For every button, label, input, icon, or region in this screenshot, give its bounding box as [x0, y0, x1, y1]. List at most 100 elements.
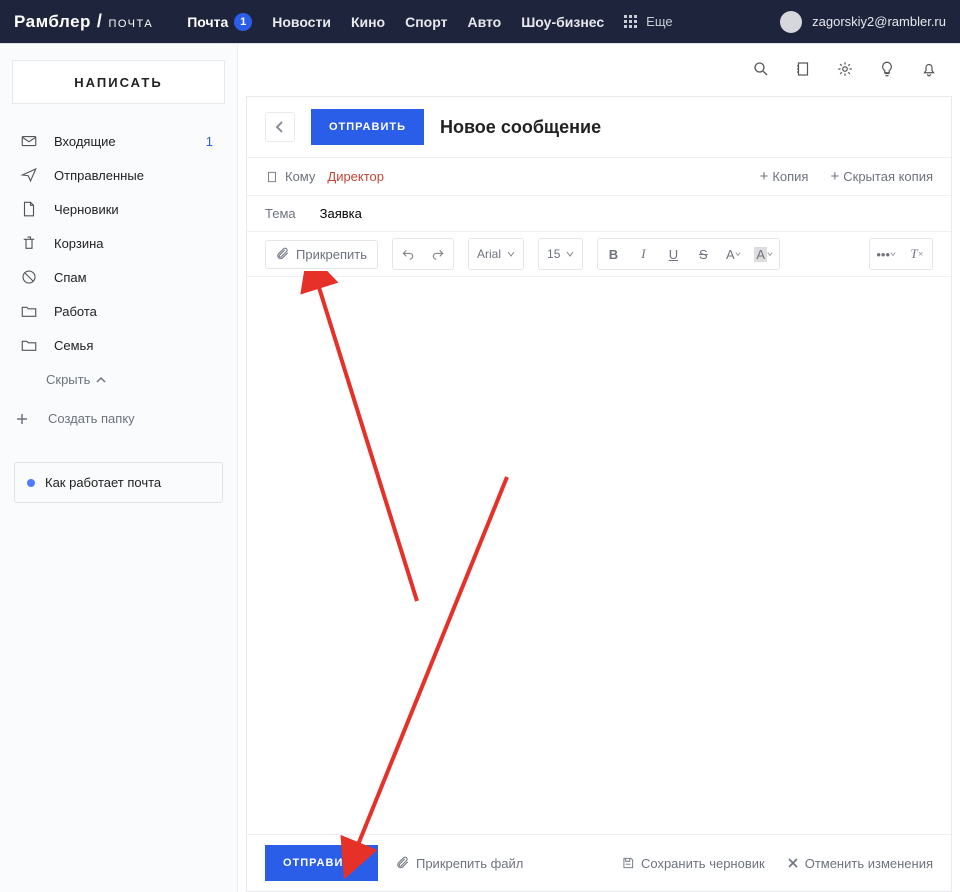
cc-link[interactable]: +Копия	[760, 168, 809, 185]
logo-slash: /	[93, 11, 107, 32]
nav-mail-label: Почта	[187, 14, 228, 30]
collapse-folders[interactable]: Скрыть	[0, 362, 237, 397]
top-nav: Почта 1 Новости Кино Спорт Авто Шоу-бизн…	[187, 13, 604, 31]
folder-list: Входящие 1 Отправленные Черновики Корзин…	[0, 124, 237, 362]
grid-icon	[624, 15, 638, 29]
paperclip-icon	[276, 247, 290, 261]
composer-head: ОТПРАВИТЬ Новое сообщение	[247, 97, 951, 158]
contacts-icon[interactable]	[794, 60, 812, 81]
folder-drafts[interactable]: Черновики	[4, 192, 233, 226]
nav-kino[interactable]: Кино	[351, 14, 385, 30]
nav-mail[interactable]: Почта 1	[187, 13, 252, 31]
compose-button[interactable]: НАПИСАТЬ	[12, 60, 225, 104]
top-right: zagorskiy2@rambler.ru	[780, 11, 946, 33]
cancel-link[interactable]: Отменить изменения	[787, 856, 933, 871]
book-icon	[265, 170, 279, 184]
nav-show[interactable]: Шоу-бизнес	[521, 14, 604, 30]
nav-more-label: Еще	[646, 14, 672, 29]
util-row	[238, 44, 960, 96]
paperclip-icon	[396, 856, 410, 870]
undo-icon	[401, 247, 415, 261]
gear-icon[interactable]	[836, 60, 854, 81]
subject-label: Тема	[265, 206, 296, 221]
logo[interactable]: Рамблер / ПОЧТА	[14, 11, 153, 32]
chevron-down-icon	[566, 250, 574, 258]
nav-more[interactable]: Еще	[624, 14, 672, 29]
to-label: Кому	[265, 169, 315, 184]
avatar[interactable]	[780, 11, 802, 33]
folder-label: Семья	[54, 338, 93, 353]
font-family-select[interactable]: Arial	[469, 239, 523, 269]
search-icon[interactable]	[752, 60, 770, 81]
folder-sent[interactable]: Отправленные	[4, 158, 233, 192]
to-value[interactable]: Директор	[327, 169, 384, 184]
composer-footer: ОТПРАВИТЬ Прикрепить файл Сохранить черн…	[247, 834, 951, 891]
folder-family[interactable]: Семья	[4, 328, 233, 362]
plus-icon	[16, 413, 28, 425]
undo-button[interactable]	[393, 239, 423, 269]
bcc-link[interactable]: +Скрытая копия	[830, 168, 933, 185]
folder-label: Входящие	[54, 134, 116, 149]
logo-sub: ПОЧТА	[108, 18, 153, 30]
attach-button[interactable]: Прикрепить	[265, 240, 378, 269]
clear-format-button[interactable]: T×	[902, 239, 932, 269]
file-icon	[20, 200, 38, 218]
create-folder[interactable]: Создать папку	[0, 397, 237, 440]
bell-icon[interactable]	[920, 60, 938, 81]
send-button-bottom[interactable]: ОТПРАВИТЬ	[265, 845, 378, 881]
folder-work[interactable]: Работа	[4, 294, 233, 328]
envelope-icon	[20, 132, 38, 150]
folder-trash[interactable]: Корзина	[4, 226, 233, 260]
annotation-arrow-2	[317, 467, 517, 887]
strike-button[interactable]: S	[688, 239, 718, 269]
close-icon	[787, 857, 799, 869]
chevron-down-icon	[767, 251, 773, 257]
annotation-arrow-1	[267, 271, 427, 611]
attach-file-link[interactable]: Прикрепить файл	[396, 856, 523, 871]
attach-label: Прикрепить	[296, 247, 367, 262]
folder-label: Работа	[54, 304, 97, 319]
redo-button[interactable]	[423, 239, 453, 269]
create-folder-label: Создать папку	[48, 411, 135, 426]
nav-sport[interactable]: Спорт	[405, 14, 447, 30]
nav-mail-badge: 1	[234, 13, 252, 31]
composer: ОТПРАВИТЬ Новое сообщение Кому Директор …	[246, 96, 952, 892]
composer-title: Новое сообщение	[440, 117, 601, 138]
nav-news[interactable]: Новости	[272, 14, 331, 30]
send-button-top[interactable]: ОТПРАВИТЬ	[311, 109, 424, 145]
dot-icon	[27, 479, 35, 487]
folder-label: Корзина	[54, 236, 104, 251]
help-box[interactable]: Как работает почта	[14, 462, 223, 503]
editor-area[interactable]	[247, 277, 951, 834]
sidebar: НАПИСАТЬ Входящие 1 Отправленные Чернови…	[0, 44, 238, 892]
folder-count: 1	[206, 134, 213, 149]
folder-inbox[interactable]: Входящие 1	[4, 124, 233, 158]
bulb-icon[interactable]	[878, 60, 896, 81]
bold-button[interactable]: B	[598, 239, 628, 269]
font-size-select[interactable]: 15	[539, 239, 582, 269]
text-color-button[interactable]: A	[718, 239, 748, 269]
chevron-down-icon	[507, 250, 515, 258]
nav-auto[interactable]: Авто	[467, 14, 501, 30]
chevron-down-icon	[890, 251, 896, 257]
folder-spam[interactable]: Спам	[4, 260, 233, 294]
chevron-down-icon	[735, 251, 741, 257]
underline-button[interactable]: U	[658, 239, 688, 269]
save-draft-link[interactable]: Сохранить черновик	[621, 856, 765, 871]
send-icon	[20, 166, 38, 184]
back-button[interactable]	[265, 112, 295, 142]
folder-label: Спам	[54, 270, 87, 285]
chevron-up-icon	[96, 375, 106, 385]
user-email[interactable]: zagorskiy2@rambler.ru	[812, 14, 946, 29]
more-toolbar-button[interactable]: •••	[870, 239, 902, 269]
bg-color-button[interactable]: A	[748, 239, 779, 269]
redo-icon	[431, 247, 445, 261]
subject-input[interactable]	[320, 206, 496, 221]
chevron-left-icon	[273, 120, 287, 134]
save-icon	[621, 856, 635, 870]
collapse-label: Скрыть	[46, 372, 90, 387]
help-label: Как работает почта	[45, 475, 161, 490]
main: ОТПРАВИТЬ Новое сообщение Кому Директор …	[238, 44, 960, 892]
italic-button[interactable]: I	[628, 239, 658, 269]
trash-icon	[20, 234, 38, 252]
